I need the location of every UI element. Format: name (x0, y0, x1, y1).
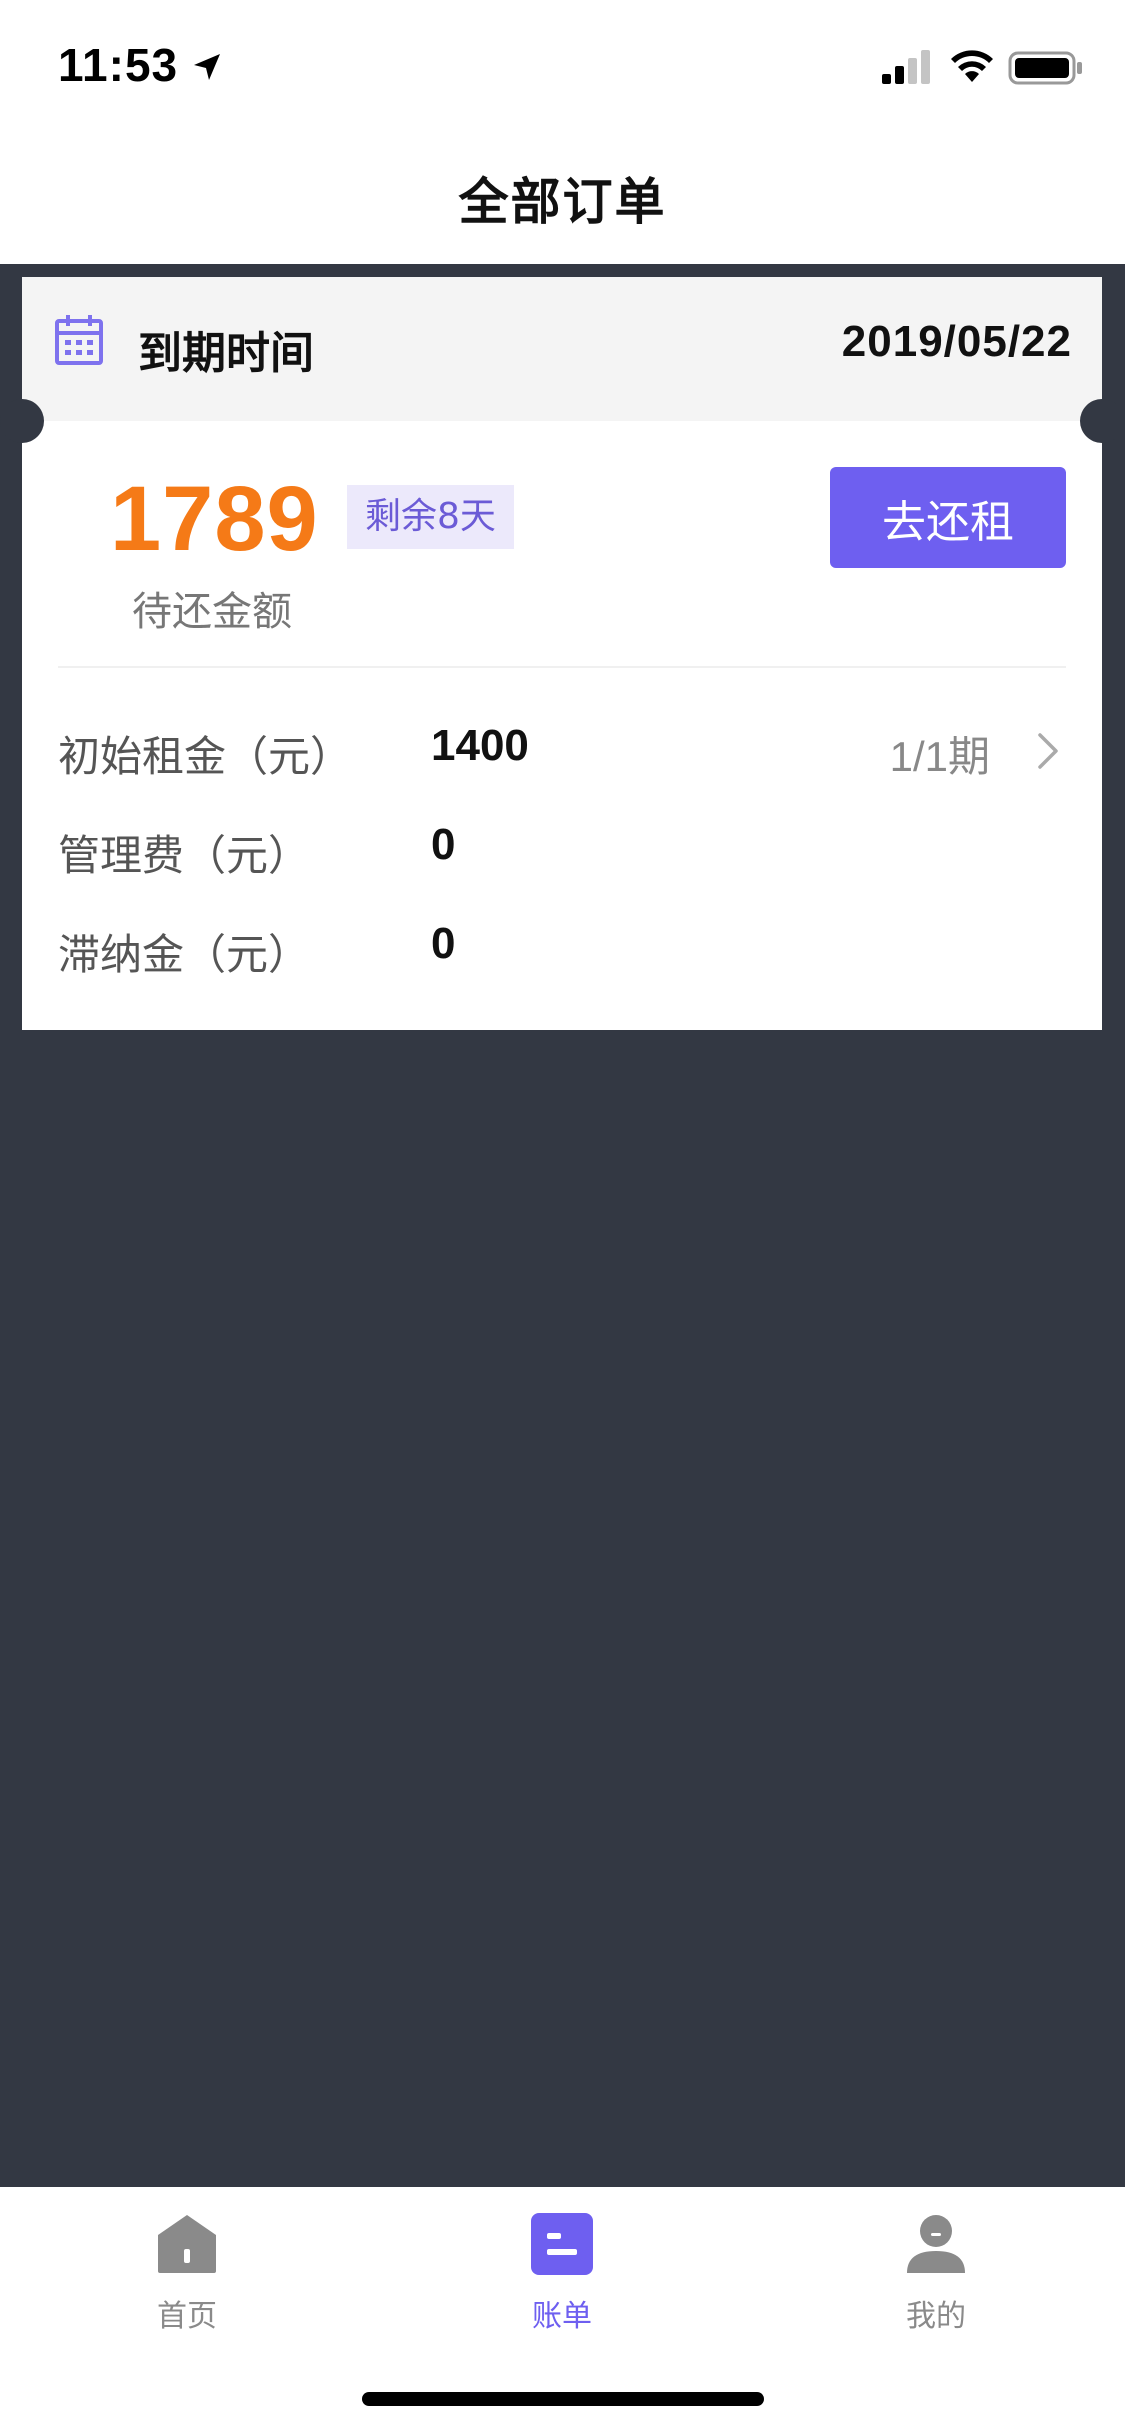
divider (58, 666, 1066, 668)
row-label: 滞纳金（元） (58, 930, 311, 979)
bill-icon (531, 2213, 593, 2275)
detail-row-late-fee: 滞纳金（元） 0 (22, 907, 1102, 987)
tab-label: 我的 (906, 2299, 966, 2334)
status-time: 11:53 (58, 39, 179, 91)
due-amount: 1789 (110, 468, 319, 570)
status-bar: 11:53 (0, 0, 1125, 132)
row-value: 0 (431, 919, 456, 968)
tab-profile[interactable]: 我的 (836, 2211, 1036, 2361)
row-label: 初始租金（元） (58, 732, 353, 781)
home-icon (158, 2215, 216, 2273)
due-amount-label: 待还金额 (132, 589, 292, 635)
detail-row-initial-rent[interactable]: 初始租金（元） 1400 1/1期 (22, 709, 1102, 789)
pay-rent-button[interactable]: 去还租 (830, 467, 1066, 568)
detail-row-management-fee: 管理费（元） 0 (22, 808, 1102, 888)
card-header: 到期时间 2019/05/22 (22, 277, 1102, 421)
remaining-days-badge: 剩余8天 (347, 485, 514, 549)
card-notch-left (0, 399, 44, 443)
due-date-label: 到期时间 (138, 328, 314, 379)
chevron-right-icon (1038, 733, 1058, 769)
page-title: 全部订单 (458, 173, 667, 231)
tab-home[interactable]: 首页 (87, 2211, 287, 2361)
signal-icon (882, 50, 930, 84)
row-value: 1400 (431, 721, 529, 770)
row-value: 0 (431, 820, 456, 869)
tab-label: 首页 (157, 2299, 217, 2334)
due-date-value: 2019/05/22 (841, 317, 1072, 366)
profile-icon (907, 2215, 965, 2273)
location-arrow-icon (194, 54, 220, 80)
calendar-icon (55, 315, 103, 365)
row-label: 管理费（元） (58, 831, 311, 880)
tab-bill[interactable]: 账单 (462, 2211, 662, 2361)
battery-icon (1008, 51, 1082, 85)
tab-label: 账单 (532, 2299, 592, 2334)
card-notch-right (1080, 399, 1124, 443)
home-indicator (362, 2392, 764, 2406)
wifi-icon (951, 50, 993, 82)
nav-bar: 全部订单 (0, 132, 1125, 264)
installment-period: 1/1期 (889, 733, 990, 780)
bill-card: 到期时间 2019/05/22 1789 剩余8天 待还金额 去还租 初始租金（… (0, 277, 1124, 1030)
